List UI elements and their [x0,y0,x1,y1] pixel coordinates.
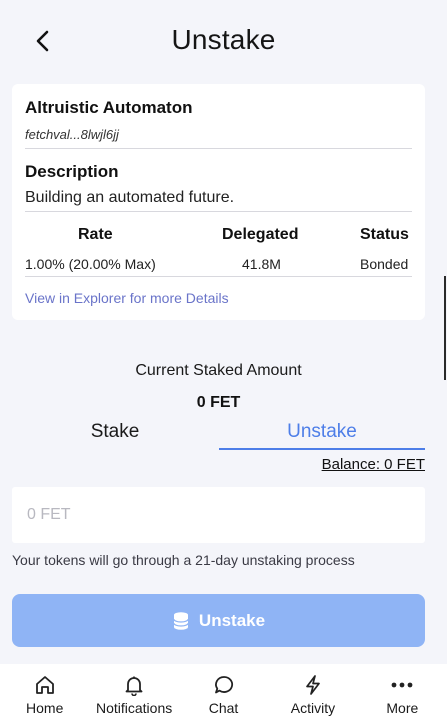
unstaking-note: Your tokens will go through a 21-day uns… [12,552,355,568]
back-button[interactable] [30,28,56,54]
nav-home[interactable]: Home [0,664,89,722]
description-text: Building an automated future. [25,189,235,206]
description-label: Description [25,162,119,181]
rate-value: 1.00% (20.00% Max) [25,256,156,272]
delegated-value: 41.8M [242,256,281,272]
validator-name: Altruistic Automaton [25,98,193,117]
home-icon [33,673,57,697]
unstake-button[interactable]: Unstake [12,594,425,647]
tab-stake[interactable]: Stake [12,420,218,450]
nav-chat-label: Chat [208,700,239,716]
status-value: Bonded [360,256,409,272]
divider [25,276,412,277]
nav-notifications[interactable]: Notifications [89,664,178,722]
nav-more[interactable]: More [358,664,447,722]
status-header: Status [360,226,409,243]
delegated-header: Delegated [222,226,299,243]
tab-unstake[interactable]: Unstake [219,420,425,450]
explorer-link[interactable]: View in Explorer for more Details [25,290,229,306]
chevron-left-icon [36,30,49,52]
chat-icon [212,673,236,697]
divider [25,148,412,149]
nav-more-label: More [386,700,419,716]
staked-amount-value: 0 FET [196,394,241,411]
validator-address: fetchval...8lwjl6jj [25,127,119,142]
balance-link[interactable]: Balance: 0 FET [322,456,425,473]
bell-icon [122,673,146,697]
unstake-button-label: Unstake [198,610,266,630]
nav-home-label: Home [26,700,64,716]
scrollbar[interactable] [444,276,446,380]
coins-icon [173,611,189,630]
staked-amount-label: Current Staked Amount [135,362,302,379]
header: Unstake [0,0,447,80]
nav-activity[interactable]: Activity [268,664,357,722]
amount-input[interactable] [12,487,425,543]
validator-card: Altruistic Automaton fetchval...8lwjl6jj… [12,84,425,320]
nav-activity-label: Activity [290,700,336,716]
nav-notifications-label: Notifications [95,700,173,716]
divider [25,211,412,212]
lightning-icon [301,673,325,697]
page-title: Unstake [171,24,276,55]
bottom-nav: Home Notifications Chat Activity More [0,664,447,722]
nav-chat[interactable]: Chat [179,664,268,722]
more-icon [390,673,414,697]
rate-header: Rate [78,226,113,243]
